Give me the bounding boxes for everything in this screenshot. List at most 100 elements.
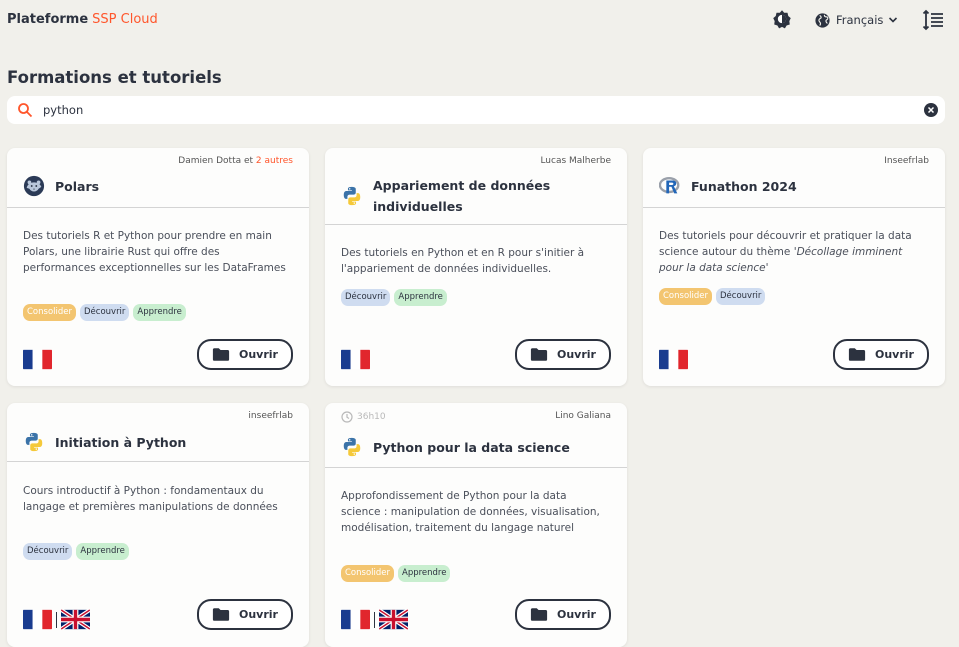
theme-toggle-button[interactable] <box>772 9 792 29</box>
card-tags: Consolider Apprendre <box>341 565 451 582</box>
card-author-others[interactable]: 2 autres <box>256 156 293 166</box>
french-flag-icon <box>341 609 370 630</box>
card-languages <box>23 609 90 630</box>
tag-consolider: Consolider <box>659 288 712 305</box>
training-card: inseefrlab Initiation à Python Cours int… <box>7 403 309 647</box>
brand-main: Plateforme <box>7 12 89 27</box>
card-title[interactable]: Python pour la data science <box>373 437 570 458</box>
training-card: Lucas Malherbe Appariement de données in… <box>325 148 627 386</box>
card-tags: Découvrir Apprendre <box>341 289 447 306</box>
card-divider <box>7 461 309 462</box>
open-button-label: Ouvrir <box>239 608 278 621</box>
search-input[interactable] <box>43 100 903 120</box>
clear-icon[interactable] <box>924 103 938 117</box>
card-divider <box>7 207 309 208</box>
card-description: Des tutoriels en Python et en R pour s'i… <box>341 247 585 275</box>
card-divider <box>325 467 627 468</box>
card-description: Cours introductif à Python : fondamentau… <box>23 485 278 513</box>
card-languages <box>23 349 52 370</box>
open-button-label: Ouvrir <box>239 348 278 361</box>
flag-separator <box>374 611 375 628</box>
card-tags: Consolider Découvrir <box>659 288 766 305</box>
tag-consolider: Consolider <box>341 565 394 582</box>
tag-decouvrir: Découvrir <box>23 543 73 560</box>
tag-apprendre: Apprendre <box>394 289 447 306</box>
sort-lines-icon <box>922 9 943 31</box>
tag-consolider: Consolider <box>23 304 76 321</box>
card-duration-value: 36h10 <box>357 412 386 422</box>
training-card: Inseefrlab Funathon 2024 Des tutoriels p… <box>643 148 945 386</box>
french-flag-icon <box>23 609 52 630</box>
search-bar <box>7 96 945 124</box>
clock-icon <box>341 411 353 423</box>
open-button-label: Ouvrir <box>557 608 596 621</box>
tag-apprendre: Apprendre <box>133 304 186 321</box>
tag-apprendre: Apprendre <box>398 565 451 582</box>
language-label: Français <box>836 13 884 27</box>
card-author: Damien Dotta et 2 autres <box>178 156 293 166</box>
card-divider <box>325 224 627 225</box>
card-duration: 36h10 <box>341 411 386 423</box>
training-card: 36h10 Lino Galiana Python pour la data s… <box>325 403 627 647</box>
card-languages <box>659 349 688 370</box>
search-icon <box>18 103 33 118</box>
card-description: Approfondissement de Python pour la data… <box>341 490 600 534</box>
card-author: inseefrlab <box>248 411 293 421</box>
tag-decouvrir: Découvrir <box>716 288 766 305</box>
card-header: Appariement de données individuelles <box>341 175 611 217</box>
folder-icon <box>212 607 230 622</box>
open-button[interactable]: Ouvrir <box>197 599 293 630</box>
french-flag-icon <box>23 349 52 370</box>
card-header: Polars <box>23 175 293 197</box>
page-title: Formations et tutoriels <box>7 68 222 87</box>
card-title[interactable]: Appariement de données individuelles <box>373 175 611 217</box>
chevron-down-icon <box>889 17 898 23</box>
folder-icon <box>848 347 866 362</box>
card-title[interactable]: Funathon 2024 <box>691 176 797 197</box>
python-logo-icon <box>341 185 363 207</box>
card-divider <box>643 207 945 208</box>
french-flag-icon <box>659 349 688 370</box>
card-tags: Découvrir Apprendre <box>23 543 129 560</box>
brand-logo-text[interactable]: Plateforme SSP Cloud <box>7 12 158 27</box>
top-bar: Plateforme SSP Cloud Français <box>0 0 959 40</box>
card-header: Funathon 2024 <box>659 175 929 197</box>
python-logo-icon <box>341 436 363 458</box>
card-title[interactable]: Initiation à Python <box>55 432 186 453</box>
uk-flag-icon <box>61 609 90 630</box>
polars-bear-logo-icon <box>23 175 45 197</box>
folder-icon <box>530 347 548 362</box>
brand-accent: SSP Cloud <box>92 12 158 27</box>
flag-separator <box>56 611 57 628</box>
card-author: Lucas Malherbe <box>540 156 611 166</box>
globe-icon <box>815 12 830 28</box>
card-title[interactable]: Polars <box>55 176 99 197</box>
card-tags: Consolider Découvrir Apprendre <box>23 304 186 321</box>
python-logo-icon <box>23 431 45 453</box>
card-author: Lino Galiana <box>555 411 611 421</box>
folder-icon <box>212 347 230 362</box>
tag-decouvrir: Découvrir <box>341 289 391 306</box>
card-description: Des tutoriels pour découvrir et pratique… <box>659 230 912 274</box>
french-flag-icon <box>341 349 370 370</box>
card-header: Python pour la data science <box>341 436 611 458</box>
card-languages <box>341 349 370 370</box>
open-button-label: Ouvrir <box>875 348 914 361</box>
open-button-label: Ouvrir <box>557 348 596 361</box>
card-author: Inseefrlab <box>884 156 929 166</box>
card-languages <box>341 609 408 630</box>
open-button[interactable]: Ouvrir <box>515 599 611 630</box>
open-button[interactable]: Ouvrir <box>515 339 611 370</box>
r-logo-icon <box>659 177 680 194</box>
folder-icon <box>530 607 548 622</box>
open-button[interactable]: Ouvrir <box>197 339 293 370</box>
card-header: Initiation à Python <box>23 431 293 453</box>
open-button[interactable]: Ouvrir <box>833 339 929 370</box>
language-selector[interactable]: Français <box>814 10 898 30</box>
uk-flag-icon <box>379 609 408 630</box>
theme-toggle-icon <box>773 10 791 29</box>
card-description: Des tutoriels R et Python pour prendre e… <box>23 230 286 274</box>
tag-apprendre: Apprendre <box>76 543 129 560</box>
tag-decouvrir: Découvrir <box>80 304 130 321</box>
sort-menu-button[interactable] <box>922 9 944 31</box>
